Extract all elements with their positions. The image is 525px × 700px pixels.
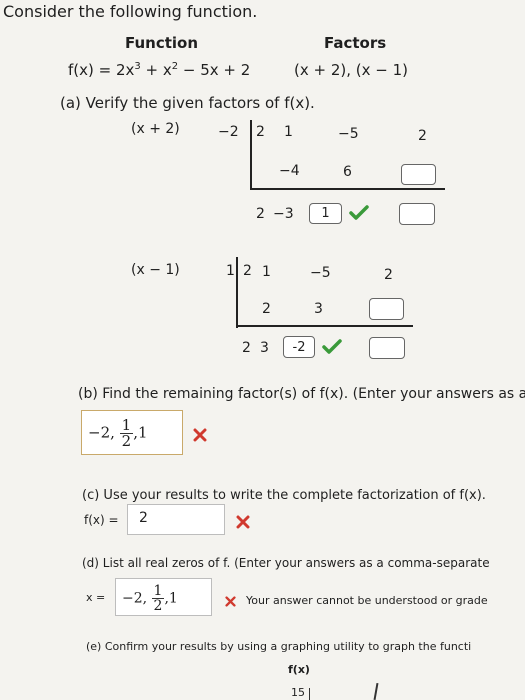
part-b-label: (b) Find the remaining factor(s) of f(x)… (78, 386, 525, 402)
part-b-fraction: 12 (119, 416, 134, 450)
div1-factor: (x + 2) (131, 121, 180, 137)
div2-quotient-3-input[interactable]: -2 (283, 336, 315, 358)
x-mark-icon (225, 596, 236, 607)
div2-product-1: 2 (262, 301, 271, 317)
part-c-prefix: f(x) = (84, 513, 119, 527)
div2-quotient-2: 3 (260, 340, 269, 356)
div2-coef-1: 2 (243, 263, 252, 279)
div2-horizontal-bar (236, 325, 413, 327)
check-icon (322, 339, 342, 354)
div1-divisor: −2 (218, 124, 239, 140)
div1-coef-4: 2 (418, 128, 427, 144)
div1-product-1: −4 (279, 163, 300, 179)
function-expression: f(x) = 2x3 + x2 − 5x + 2 (68, 61, 250, 79)
part-d-label: (d) List all real zeros of f. (Enter you… (82, 556, 490, 570)
div1-remainder-input[interactable] (399, 203, 435, 225)
div2-quotient-1: 2 (242, 340, 251, 356)
div1-product-2: 6 (343, 164, 352, 180)
part-c-answer-input[interactable]: 2 (127, 504, 225, 535)
graph-axis-line (309, 688, 310, 700)
part-e-label: (e) Confirm your results by using a grap… (86, 640, 472, 653)
div1-horizontal-bar (250, 188, 445, 190)
part-b-answer-pre: −2, (88, 423, 120, 442)
div2-product-2: 3 (314, 301, 323, 317)
part-d-fraction: 12 (151, 583, 165, 614)
div1-coef-2: 1 (284, 124, 293, 140)
div1-product-3-input[interactable] (401, 164, 436, 185)
x-mark-icon (193, 428, 207, 442)
div1-quotient-1: 2 (256, 206, 265, 222)
check-icon (349, 205, 369, 220)
part-a-label: (a) Verify the given factors of f(x). (60, 94, 315, 112)
part-d-answer-post: ,1 (164, 590, 178, 607)
part-d-answer-input[interactable]: −2, 1 2,1 (115, 578, 212, 616)
part-b-answer-post: ,1 (133, 423, 148, 442)
div2-product-3-input[interactable] (369, 298, 404, 320)
div1-quotient-2: −3 (273, 206, 294, 222)
factors-header: Factors (324, 34, 387, 52)
div2-divisor: 1 (226, 263, 235, 279)
div1-quotient-3-input[interactable]: 1 (309, 203, 342, 224)
part-c-answer-text: 2 (139, 510, 148, 526)
div2-coef-4: 2 (384, 267, 393, 283)
div2-vertical-bar (236, 257, 238, 328)
intro-text: Consider the following function. (3, 2, 258, 21)
factors-expression: (x + 2), (x − 1) (294, 61, 408, 79)
graph-axis-label: f(x) (288, 663, 310, 676)
part-d-answer-pre: −2, (122, 590, 152, 607)
function-mid: + x (140, 61, 172, 79)
div1-coef-3: −5 (338, 126, 359, 142)
div1-coef-1: 2 (256, 124, 265, 140)
div2-coef-3: −5 (310, 265, 331, 281)
function-rhs: − 5x + 2 (178, 61, 251, 79)
div2-coef-2: 1 (262, 264, 271, 280)
function-header: Function (125, 34, 199, 52)
graph-curve-segment (373, 682, 379, 700)
part-d-error-message: Your answer cannot be understood or grad… (246, 594, 488, 607)
div2-remainder-input[interactable] (369, 337, 405, 359)
part-d-prefix: x = (86, 591, 106, 604)
div2-factor: (x − 1) (131, 262, 180, 278)
div1-vertical-bar (250, 120, 252, 190)
x-mark-icon (236, 515, 250, 529)
graph-tick-label: 15 (291, 686, 305, 699)
part-c-label: (c) Use your results to write the comple… (82, 488, 486, 503)
part-b-answer-input[interactable]: −2, 1 2,1 (81, 410, 183, 455)
function-lhs: f(x) = 2x (68, 61, 135, 79)
